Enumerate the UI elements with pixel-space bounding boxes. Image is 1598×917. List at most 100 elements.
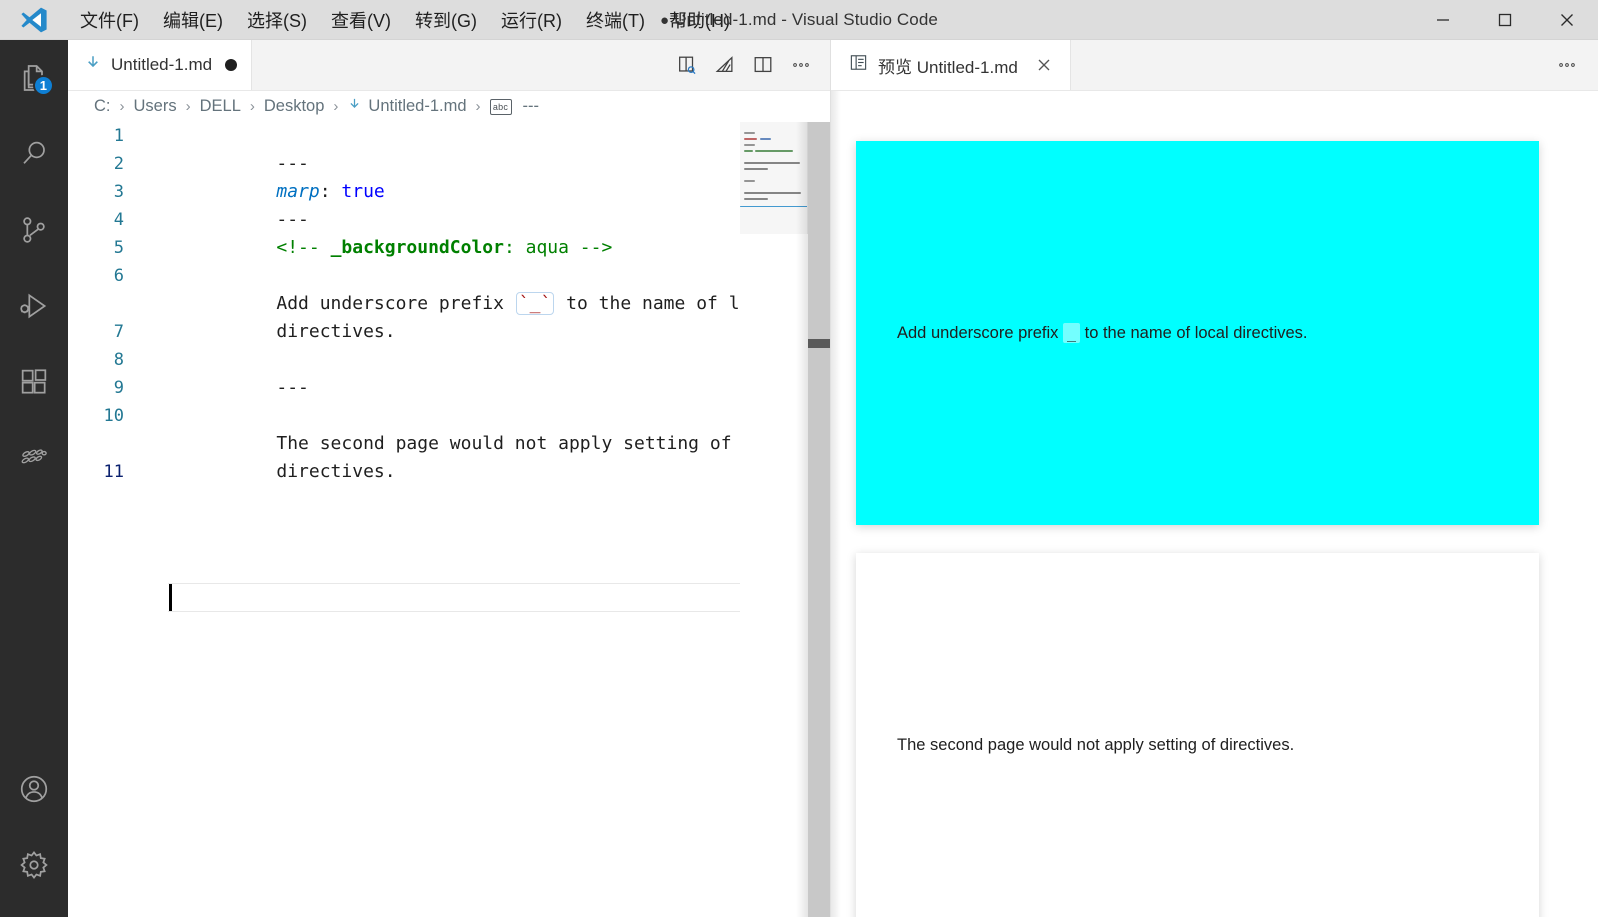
code-token-directive-name: _backgroundColor — [330, 237, 504, 258]
editor-tab-bar: Untitled-1.md — [68, 40, 830, 91]
menu-edit[interactable]: 编辑(E) — [151, 0, 235, 40]
account-icon[interactable] — [0, 751, 68, 827]
line-number: 2 — [113, 154, 124, 174]
marp-button[interactable] — [708, 48, 742, 82]
sidebar-item-run-and-debug[interactable] — [0, 268, 68, 344]
sidebar-item-source-control[interactable] — [0, 192, 68, 268]
breadcrumb-separator: › — [333, 98, 339, 115]
minimize-button[interactable] — [1412, 0, 1474, 40]
line-number: 10 — [103, 406, 124, 426]
code-token-text: directives. — [276, 321, 396, 342]
slide-2-text: The second page would not apply setting … — [856, 733, 1334, 758]
breadcrumb-separator: › — [119, 98, 125, 115]
menu-file[interactable]: 文件(F) — [68, 0, 151, 40]
line-number: 6 — [113, 266, 124, 286]
preview-icon — [849, 53, 868, 77]
code-token-comment-rest: : aqua --> — [503, 237, 613, 258]
close-icon[interactable] — [1032, 53, 1056, 77]
code-token: --- — [276, 377, 309, 398]
explorer-badge: 1 — [32, 75, 54, 96]
code-token-text: directives. — [276, 461, 396, 482]
menu-view[interactable]: 查看(V) — [319, 0, 403, 40]
breadcrumb-separator: › — [475, 98, 481, 115]
editor-vertical-scrollbar[interactable] — [808, 122, 830, 917]
breadcrumb-item-c[interactable]: C: — [94, 97, 111, 116]
sidebar-item-search[interactable] — [0, 116, 68, 192]
slide-1-text-before: Add underscore prefix — [897, 323, 1064, 342]
close-button[interactable] — [1536, 0, 1598, 40]
breadcrumb-item-dell[interactable]: DELL — [200, 97, 241, 116]
breadcrumb: C: › Users › DELL › Desktop › Untitled-1… — [68, 91, 830, 122]
code-token-comment-open: <!-- — [276, 237, 331, 258]
preview-tab-label: 预览 Untitled-1.md — [878, 57, 1018, 77]
breadcrumb-separator: › — [185, 98, 191, 115]
minimap-slider[interactable] — [740, 122, 808, 234]
preview-tab-bar: 预览 Untitled-1.md — [831, 40, 1598, 91]
code-token-inline-code: `_` — [515, 292, 555, 315]
menu-help[interactable]: 帮助(H) — [657, 0, 742, 40]
breadcrumb-item-symbol[interactable]: abc --- — [489, 97, 540, 116]
code-token-value: true — [341, 181, 385, 202]
breadcrumb-symbol-label: --- — [522, 97, 540, 115]
preview-left-shadow — [831, 91, 841, 917]
tab-untitled-1-md[interactable]: Untitled-1.md — [68, 40, 253, 90]
slide-1: Add underscore prefix _ to the name of l… — [856, 141, 1539, 525]
minimap[interactable] — [740, 122, 808, 917]
tab-dirty-dot[interactable] — [225, 59, 238, 71]
line-number: 9 — [113, 378, 124, 398]
line-number-active: 11 — [103, 462, 124, 482]
slide-2: The second page would not apply setting … — [856, 553, 1539, 917]
maximize-button[interactable] — [1474, 0, 1536, 40]
abc-symbol-icon: abc — [489, 98, 512, 115]
editor-toolbar — [670, 40, 830, 90]
vscode-window: 文件(F) 编辑(E) 选择(S) 查看(V) 转到(G) 运行(R) 终端(T… — [0, 0, 1598, 917]
breadcrumb-item-desktop[interactable]: Desktop — [264, 97, 325, 116]
preview-body[interactable]: Add underscore prefix _ to the name of l… — [831, 91, 1598, 917]
breadcrumb-separator: › — [249, 98, 255, 115]
breadcrumb-file-label: Untitled-1.md — [368, 97, 467, 115]
markdown-file-icon — [84, 54, 102, 77]
preview-more-actions-button[interactable] — [1550, 48, 1584, 82]
slide-2-text-before: The second page would not apply setting … — [897, 735, 1295, 754]
preview-toolbar — [1550, 40, 1598, 90]
menu-bar: 文件(F) 编辑(E) 选择(S) 查看(V) 转到(G) 运行(R) 终端(T… — [68, 0, 742, 40]
breadcrumb-item-file[interactable]: Untitled-1.md — [347, 97, 467, 117]
line-number: 7 — [113, 322, 124, 342]
editor-scrollbar-thumb[interactable] — [808, 339, 830, 348]
line-number: 4 — [113, 210, 124, 230]
line-number-gutter: 1 2 3 4 5 6 7 8 9 10 11 — [68, 122, 136, 917]
menu-selection[interactable]: 选择(S) — [235, 0, 319, 40]
markdown-file-icon — [347, 97, 362, 117]
breadcrumb-item-users[interactable]: Users — [134, 97, 177, 116]
menu-run[interactable]: 运行(R) — [489, 0, 574, 40]
window-controls — [1412, 0, 1598, 40]
sidebar-item-extensions[interactable] — [0, 344, 68, 420]
more-actions-button[interactable] — [784, 48, 818, 82]
menu-terminal[interactable]: 终端(T) — [574, 0, 657, 40]
line-number: 5 — [113, 238, 124, 258]
text-cursor — [169, 584, 172, 611]
slide-1-text: Add underscore prefix _ to the name of l… — [856, 321, 1348, 346]
code-token-colon: : — [319, 181, 342, 202]
split-editor-button[interactable] — [746, 48, 780, 82]
tab-preview-untitled-1-md[interactable]: 预览 Untitled-1.md — [831, 40, 1071, 90]
title-bar: 文件(F) 编辑(E) 选择(S) 查看(V) 转到(G) 运行(R) 终端(T… — [0, 0, 1598, 40]
editor-group-right: 预览 Untitled-1.md Add underscore prefix _… — [830, 40, 1598, 917]
editor-group-left: Untitled-1.md C: › Users › DELL › Deskto… — [68, 40, 830, 917]
current-line-highlight — [168, 583, 810, 612]
slide-1-inline-code: _ — [1063, 322, 1081, 343]
slide-1-text-after: to the name of local directives. — [1080, 323, 1308, 342]
tab-label: Untitled-1.md — [111, 55, 213, 74]
menu-go[interactable]: 转到(G) — [403, 0, 489, 40]
open-preview-to-side-button[interactable] — [670, 48, 704, 82]
line-number: 1 — [113, 126, 124, 146]
sidebar-item-marp[interactable] — [0, 420, 68, 496]
code-editor[interactable]: 1 2 3 4 5 6 7 8 9 10 11 --- marp: true -… — [68, 122, 830, 917]
activity-bar: 1 — [0, 40, 68, 917]
line-number: 8 — [113, 350, 124, 370]
vscode-logo-icon — [0, 0, 68, 40]
line-number: 3 — [113, 182, 124, 202]
gear-icon[interactable] — [0, 827, 68, 903]
sidebar-item-explorer[interactable]: 1 — [0, 40, 68, 116]
